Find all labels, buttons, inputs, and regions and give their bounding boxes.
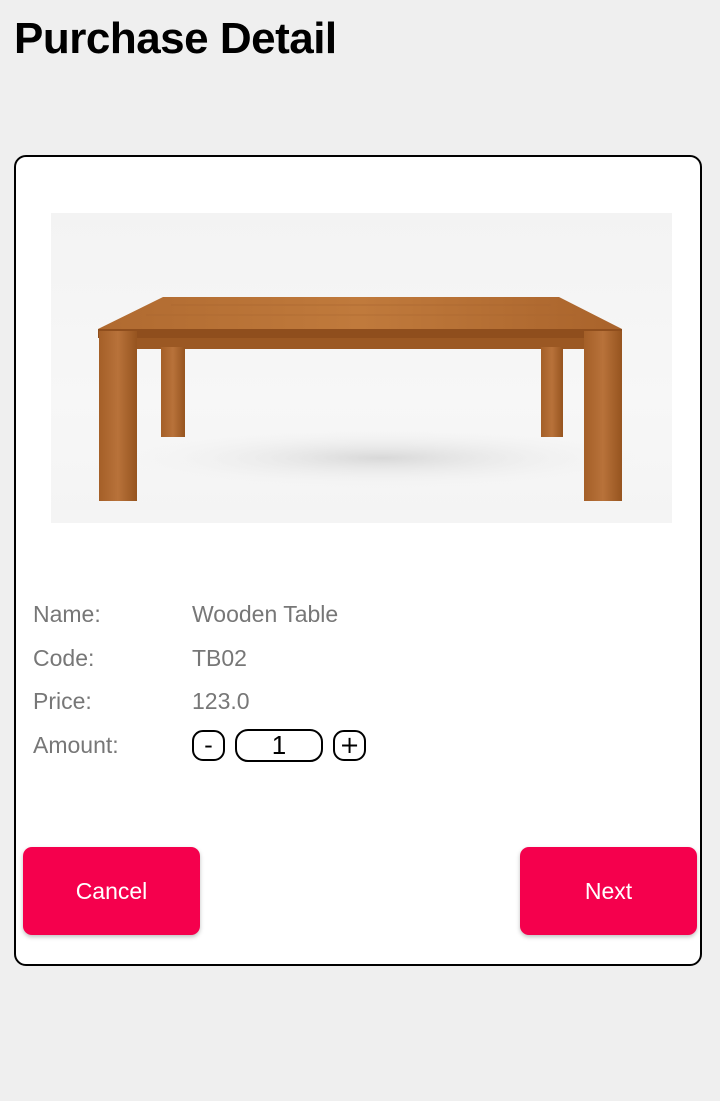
name-value: Wooden Table — [192, 600, 339, 627]
page-title: Purchase Detail — [14, 14, 337, 63]
price-row: Price: 123.0 — [33, 684, 250, 718]
increment-button[interactable]: + — [333, 729, 366, 761]
wooden-table-illustration — [98, 297, 641, 501]
cancel-button[interactable]: Cancel — [23, 847, 200, 935]
code-value: TB02 — [192, 644, 247, 671]
next-button[interactable]: Next — [520, 847, 697, 935]
name-row: Name: Wooden Table — [33, 597, 338, 631]
code-label: Code: — [33, 644, 95, 671]
quantity-field[interactable]: 1 — [235, 728, 323, 762]
amount-label: Amount: — [33, 731, 119, 758]
code-row: Code: TB02 — [33, 641, 247, 675]
name-label: Name: — [33, 600, 101, 627]
purchase-card: Name: Wooden Table Code: TB02 Price: 123… — [14, 155, 702, 966]
decrement-button[interactable]: - — [192, 729, 225, 761]
price-label: Price: — [33, 687, 92, 714]
amount-row: Amount: - 1 + — [33, 728, 366, 762]
price-value: 123.0 — [192, 687, 250, 714]
quantity-stepper: - 1 + — [192, 728, 366, 762]
product-image — [51, 213, 672, 523]
